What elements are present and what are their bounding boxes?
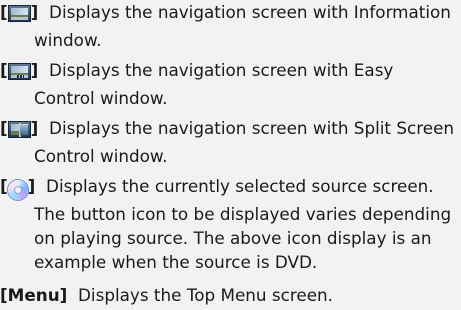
entry-menu: [Menu] Displays the Top Menu screen. <box>0 283 459 307</box>
manual-page: [] Displays the navigation screen with I… <box>0 0 461 310</box>
navigation-split-screen-control-window-icon <box>7 120 31 144</box>
entry-info-window: [] Displays the navigation screen with I… <box>0 0 459 52</box>
entry-description: Displays the navigation screen with Easy… <box>34 60 394 108</box>
entry-description: Displays the currently selected source s… <box>34 176 452 272</box>
bracket-open: [ <box>0 118 8 138</box>
bracket-close: ] <box>30 2 39 22</box>
navigation-easy-control-window-icon <box>7 62 31 86</box>
bracket-open: [ <box>0 2 8 22</box>
bracket-close: ] <box>27 176 36 196</box>
entry-description: Displays the Top Menu screen. <box>78 285 333 305</box>
bracket-close: ] <box>30 118 39 138</box>
entry-split-screen-control-window: [] Displays the navigation screen with S… <box>0 116 459 168</box>
entry-easy-control-window: [] Displays the navigation screen with E… <box>0 58 459 110</box>
bracket-open: [ <box>0 176 8 196</box>
entry-description: Displays the navigation screen with Spli… <box>34 118 455 166</box>
bracket-close: ] <box>30 60 39 80</box>
bracket-open: [ <box>0 60 8 80</box>
dvd-disc-icon <box>7 178 28 202</box>
entry-description: Displays the navigation screen with Info… <box>34 2 451 50</box>
entry-current-source: [] Displays the currently selected sourc… <box>0 174 459 274</box>
navigation-info-window-icon <box>7 4 31 28</box>
menu-key-label: [Menu] <box>0 285 68 305</box>
